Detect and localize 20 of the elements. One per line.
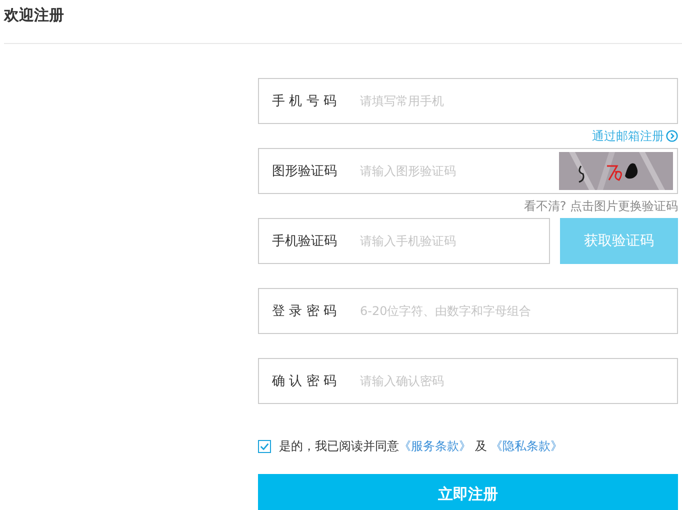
input-field[interactable]: 请输入图形验证码 — [360, 164, 559, 178]
field-label: 手 机 号 码 — [272, 93, 338, 110]
field-label: 手机验证码 — [272, 233, 338, 250]
register-button[interactable]: 立即注册 — [258, 474, 678, 510]
page-title: 欢迎注册 — [2, 5, 65, 26]
field-label: 登 录 密 码 — [272, 303, 338, 320]
terms-link[interactable]: 《服务条款》 — [399, 438, 471, 452]
agreement-text: 是的，我已阅读并同意《服务条款》 及 《隐私条款》 — [279, 438, 563, 454]
input-field[interactable]: 请填写常用手机 — [360, 94, 673, 108]
privacy-link[interactable]: 《隐私条款》 — [490, 438, 563, 452]
chevron-circle-icon[interactable] — [666, 130, 678, 142]
input-field[interactable]: 请输入确认密码 — [360, 374, 673, 388]
email-register-link[interactable]: 通过邮箱注册 — [592, 128, 664, 144]
refresh-captcha-link[interactable]: 看不清? 点击图片更换验证码 — [524, 198, 678, 214]
field-label: 图形验证码 — [272, 163, 338, 180]
agree-checkbox[interactable] — [258, 440, 271, 452]
field-label: 确 认 密 码 — [272, 373, 338, 390]
get-code-button[interactable]: 获取验证码 — [560, 218, 678, 264]
input-field[interactable]: 6-20位字符、由数字和字母组合 — [360, 304, 673, 318]
input-field[interactable]: 请输入手机验证码 — [360, 234, 545, 248]
